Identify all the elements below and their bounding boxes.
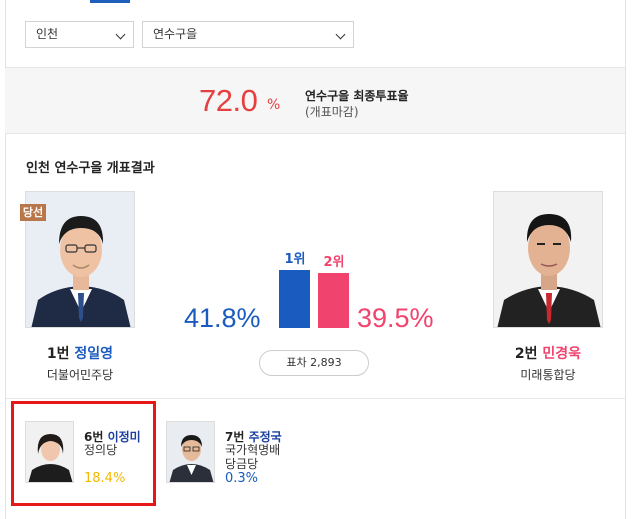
- turnout-title: 연수구을 최종투표율: [305, 89, 409, 103]
- turnout-value: 72.0: [199, 83, 258, 118]
- candidate-1-bar: [279, 270, 310, 328]
- candidate-portrait-icon: [167, 422, 214, 482]
- divider: [5, 398, 625, 399]
- candidate-7-number: 7번: [225, 430, 245, 444]
- turnout-unit: %: [267, 97, 281, 113]
- chevron-down-icon: [335, 29, 346, 40]
- candidate-1-percent: 41.8%: [184, 303, 261, 333]
- candidate-7-party-line1: 국가혁명배: [225, 443, 281, 457]
- candidate-7-percent: 0.3%: [225, 471, 259, 486]
- district-select[interactable]: 연수구을: [142, 21, 354, 48]
- candidate-1-name[interactable]: 1번 정일영: [20, 343, 140, 363]
- result-title: 인천 연수구을 개표결과: [26, 161, 155, 176]
- district-select-value: 연수구을: [153, 27, 198, 41]
- candidate-2-party: 미래통합당: [520, 368, 576, 382]
- active-tab-indicator: [90, 0, 130, 3]
- candidate-2-rank: 2위: [323, 255, 345, 270]
- candidate-2-bar: [318, 273, 349, 328]
- candidate-2-name-text: 민경욱: [542, 346, 582, 362]
- region-select-value: 인천: [36, 27, 59, 41]
- candidate-1-rank: 1위: [284, 252, 306, 267]
- winner-badge: 당선: [20, 204, 46, 221]
- candidate-2-number: 2번: [514, 346, 538, 362]
- candidate-1-number: 1번: [46, 346, 70, 362]
- candidate-7-name-text: 주정국: [248, 430, 282, 444]
- candidate-2-photo[interactable]: [493, 191, 603, 328]
- candidate-2-percent: 39.5%: [357, 303, 434, 333]
- candidate-7-photo[interactable]: [166, 421, 215, 483]
- candidate-portrait-icon: [494, 192, 602, 327]
- region-select[interactable]: 인천: [25, 21, 134, 48]
- candidate-1-party: 더불어민주당: [46, 368, 114, 382]
- candidate-1-name-text: 정일영: [74, 346, 114, 362]
- candidate-7-party-line2: 당금당: [225, 457, 259, 471]
- turnout-status: (개표마감): [305, 105, 359, 119]
- candidate-7-party: 국가혁명배 당금당: [225, 443, 280, 471]
- candidate-2-name[interactable]: 2번 민경욱: [488, 343, 608, 363]
- highlight-box: [11, 401, 156, 506]
- vote-difference: 표차 2,893: [259, 350, 369, 376]
- chevron-down-icon: [115, 29, 126, 40]
